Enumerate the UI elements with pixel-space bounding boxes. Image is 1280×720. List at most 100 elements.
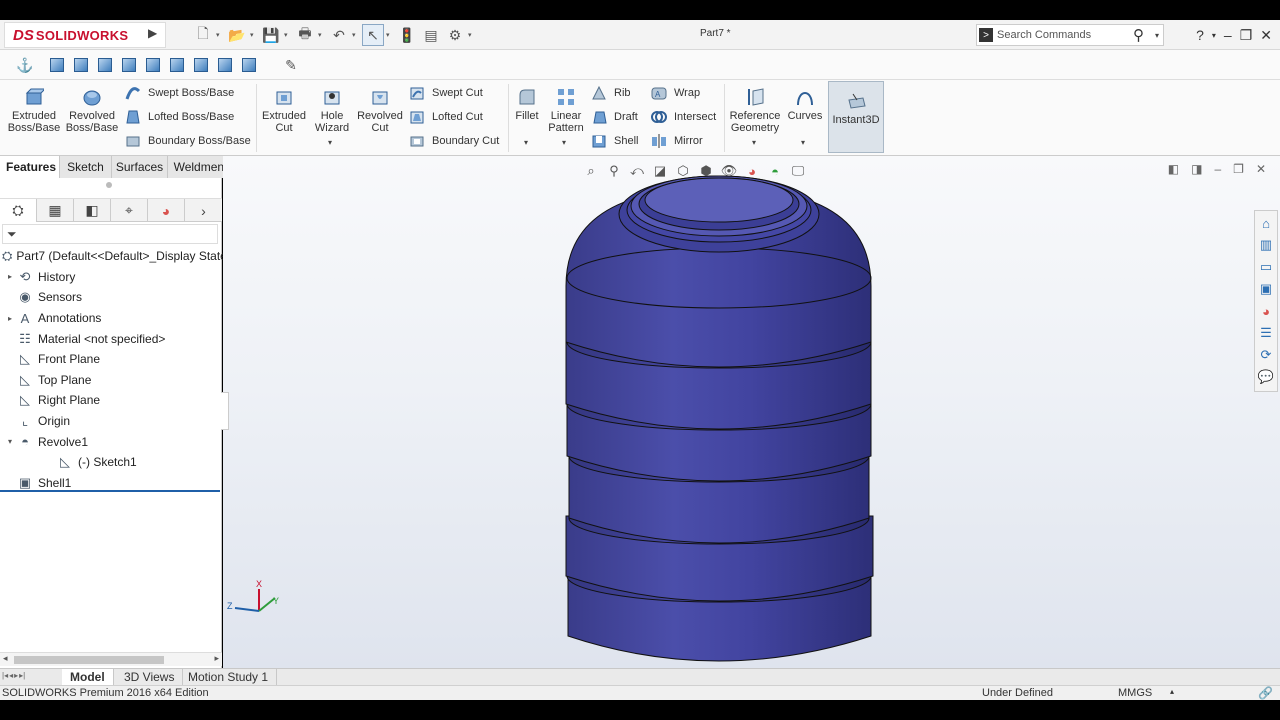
feature-manager-tab-icon[interactable]: ⛭ — [0, 199, 37, 222]
undo-icon[interactable]: ↶ — [328, 24, 350, 46]
swept-cut-button[interactable]: Swept Cut — [408, 83, 483, 103]
solidworks-resources-icon[interactable]: ⟳ — [1256, 345, 1276, 365]
extruded-cut-button[interactable]: Extruded Cut — [260, 86, 308, 134]
expand-arrow-icon[interactable]: ▸ — [4, 272, 16, 281]
draft-button[interactable]: Draft — [590, 107, 638, 127]
configuration-manager-tab-icon[interactable]: ◧ — [74, 199, 111, 222]
fillet-button[interactable]: Fillet — [512, 86, 542, 122]
property-manager-tab-icon[interactable]: ▦ — [37, 199, 74, 222]
view-orientation-icon[interactable]: ⬡ — [674, 162, 692, 180]
tree-item[interactable]: ▸ A Annotations — [0, 308, 222, 329]
viewport-minimize-icon[interactable]: – — [1214, 162, 1221, 176]
save-dropdown-icon[interactable]: ▾ — [284, 31, 292, 39]
fillet-dropdown-icon[interactable]: ▾ — [524, 138, 528, 147]
rebuild-icon[interactable]: 🚦 — [396, 24, 418, 46]
hole-wizard-button[interactable]: Hole Wizard — [310, 86, 354, 134]
back-view-icon[interactable] — [70, 54, 92, 76]
restore-icon[interactable]: ❐ — [1240, 27, 1253, 44]
rib-button[interactable]: Rib — [590, 83, 631, 103]
tab-sketch[interactable]: Sketch — [60, 156, 112, 178]
file-explorer-icon[interactable]: ▭ — [1256, 257, 1276, 277]
search-dropdown-icon[interactable]: ▾ — [1155, 31, 1159, 40]
search-commands[interactable]: > Search Commands ⚲ ▾ — [976, 24, 1164, 46]
close-icon[interactable]: ✕ — [1260, 27, 1272, 44]
swept-boss-button[interactable]: Swept Boss/Base — [124, 83, 234, 103]
minimize-icon[interactable]: – — [1224, 27, 1232, 43]
wrap-button[interactable]: A Wrap — [650, 83, 700, 103]
view-settings-icon[interactable]: 🖵 — [789, 162, 807, 180]
tree-root[interactable]: ⛭ Part7 (Default<<Default>_Display State — [0, 246, 227, 267]
new-document-icon[interactable]: 🗋 — [192, 24, 214, 46]
options-dropdown-icon[interactable]: ▾ — [468, 31, 476, 39]
previous-view-icon[interactable]: ⤺ — [628, 162, 646, 180]
extruded-boss-button[interactable]: Extruded Boss/Base — [8, 86, 60, 134]
search-icon[interactable]: ⚲ — [1133, 26, 1155, 44]
tree-item[interactable]: ◺ Right Plane — [0, 390, 222, 411]
zoom-to-fit-icon[interactable]: ⌕ — [582, 162, 600, 180]
help-dropdown-icon[interactable]: ▾ — [1212, 31, 1216, 40]
unit-system[interactable]: MMGS — [1118, 687, 1152, 699]
select-dropdown-icon[interactable]: ▾ — [386, 31, 394, 39]
tab-model[interactable]: Model — [62, 669, 114, 685]
curves-dropdown-icon[interactable]: ▾ — [801, 138, 805, 147]
tree-item[interactable]: ▸ ⟲ History — [0, 267, 222, 288]
graphics-area[interactable]: X Y Z ◧ ◨ – ❐ ✕ — [221, 156, 1280, 668]
tab-3d-views[interactable]: 3D Views — [116, 669, 184, 685]
linear-pattern-button[interactable]: Linear Pattern — [546, 86, 586, 134]
units-dropdown-icon[interactable]: ▴ — [1170, 687, 1174, 696]
lofted-boss-button[interactable]: Lofted Boss/Base — [124, 107, 234, 127]
dimxpert-tab-icon[interactable]: ⌖ — [111, 199, 148, 222]
tree-filter[interactable]: ⏷ — [2, 224, 218, 244]
help-icon[interactable]: ? — [1196, 27, 1204, 43]
tab-features[interactable]: Features — [0, 156, 60, 178]
reference-geometry-button[interactable]: Reference Geometry — [728, 86, 782, 134]
hole-wizard-dropdown-icon[interactable]: ▾ — [328, 138, 332, 147]
last-tab-icon[interactable]: ▸| — [19, 671, 25, 680]
open-dropdown-icon[interactable]: ▾ — [250, 31, 258, 39]
revolved-boss-button[interactable]: Revolved Boss/Base — [66, 86, 118, 134]
viewport-tile-right-icon[interactable]: ◨ — [1191, 162, 1202, 176]
mirror-button[interactable]: Mirror — [650, 131, 703, 151]
tank-model[interactable] — [565, 175, 874, 662]
tab-surfaces[interactable]: Surfaces — [112, 156, 168, 178]
lofted-cut-button[interactable]: Lofted Cut — [408, 107, 483, 127]
intersect-button[interactable]: Intersect — [650, 107, 716, 127]
boundary-boss-button[interactable]: Boundary Boss/Base — [124, 131, 251, 151]
rollback-bar[interactable] — [0, 490, 220, 492]
tab-motion-study[interactable]: Motion Study 1 — [180, 669, 278, 685]
undo-dropdown-icon[interactable]: ▾ — [352, 31, 360, 39]
select-cursor-icon[interactable]: ↖ — [362, 24, 384, 46]
custom-properties-icon[interactable]: ☰ — [1256, 323, 1276, 343]
open-icon[interactable]: 📂 — [226, 24, 248, 46]
panel-handle-icon[interactable] — [106, 182, 112, 188]
first-tab-icon[interactable]: |◂ — [2, 671, 8, 680]
forum-icon[interactable]: 💬 — [1256, 367, 1276, 387]
print-icon[interactable]: 🖶 — [294, 24, 316, 46]
right-view-icon[interactable] — [118, 54, 140, 76]
display-style-icon[interactable]: ⬢ — [697, 162, 715, 180]
viewport-restore-icon[interactable]: ❐ — [1233, 162, 1244, 176]
file-properties-icon[interactable]: ▤ — [420, 24, 442, 46]
scroll-left-icon[interactable]: ◂ — [3, 653, 8, 664]
reference-geometry-dropdown-icon[interactable]: ▾ — [752, 138, 756, 147]
tree-item[interactable]: ⌞ Origin — [0, 411, 222, 432]
tree-item[interactable]: ☷ Material <not specified> — [0, 328, 222, 349]
viewport-close-icon[interactable]: ✕ — [1256, 162, 1266, 176]
rebuild-status-icon[interactable]: 🔗 — [1258, 686, 1273, 700]
print-dropdown-icon[interactable]: ▾ — [318, 31, 326, 39]
design-library-icon[interactable]: ▥ — [1256, 235, 1276, 255]
section-view-icon[interactable]: ◪ — [651, 162, 669, 180]
panel-horizontal-scrollbar[interactable]: ◂ ▸ — [0, 652, 222, 666]
revolved-cut-button[interactable]: Revolved Cut — [356, 86, 404, 134]
apply-scene-icon[interactable]: ◓ — [766, 162, 784, 180]
front-view-icon[interactable] — [46, 54, 68, 76]
isometric-view-icon[interactable] — [190, 54, 212, 76]
save-icon[interactable]: 💾 — [260, 24, 282, 46]
tree-item[interactable]: ◺ Top Plane — [0, 370, 222, 391]
viewport-tile-left-icon[interactable]: ◧ — [1168, 162, 1179, 176]
view-palette-icon[interactable]: ▣ — [1256, 279, 1276, 299]
search-input[interactable]: Search Commands — [997, 29, 1133, 41]
expand-arrow-icon[interactable]: ▾ — [4, 437, 16, 446]
prev-tab-icon[interactable]: ◂ — [9, 671, 13, 680]
tree-item[interactable]: ◺ Front Plane — [0, 349, 222, 370]
